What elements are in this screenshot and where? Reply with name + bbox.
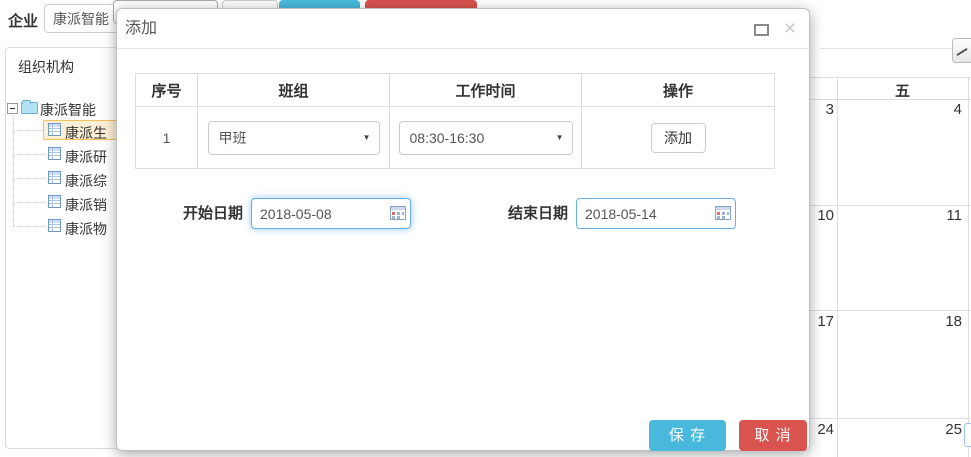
chevron-down-icon: ▼ bbox=[363, 122, 371, 154]
calendar-day-cell[interactable]: 25 bbox=[916, 421, 962, 438]
calendar-gridline bbox=[837, 77, 838, 457]
department-icon bbox=[48, 147, 61, 160]
tree-expander-icon[interactable] bbox=[7, 103, 18, 114]
worktime-select[interactable]: 08:30-16:30 ▼ bbox=[399, 121, 573, 155]
calendar-gridline bbox=[808, 77, 971, 78]
calendar-day-cell[interactable]: 4 bbox=[916, 101, 962, 118]
calendar-gridline bbox=[808, 205, 971, 206]
col-header-action: 操作 bbox=[582, 74, 775, 107]
tree-connector bbox=[13, 116, 14, 227]
save-button[interactable]: 保 存 bbox=[649, 420, 726, 451]
add-dialog: 添加 × 序号 班组 工作时间 操作 1 甲班 ▼ bbox=[116, 8, 810, 451]
department-icon bbox=[48, 219, 61, 232]
shift-table-row: 1 甲班 ▼ 08:30-16:30 ▼ 添加 bbox=[136, 107, 775, 169]
start-date-input[interactable] bbox=[251, 198, 411, 229]
start-date-label: 开始日期 bbox=[183, 199, 243, 229]
start-date-field bbox=[251, 198, 411, 229]
chevron-down-icon: ▼ bbox=[556, 122, 564, 154]
calendar-day-cell[interactable]: 11 bbox=[916, 207, 962, 224]
maximize-icon[interactable] bbox=[754, 24, 769, 36]
calendar-icon[interactable] bbox=[390, 206, 406, 220]
row-index: 1 bbox=[136, 107, 198, 169]
team-select-value: 甲班 bbox=[219, 130, 247, 146]
end-date-label: 结束日期 bbox=[508, 199, 568, 229]
department-icon bbox=[48, 123, 61, 136]
add-row-button[interactable]: 添加 bbox=[651, 123, 706, 153]
department-icon bbox=[48, 171, 61, 184]
calendar-gridline bbox=[808, 418, 971, 419]
folder-icon bbox=[21, 102, 38, 114]
company-label: 企业 bbox=[8, 10, 38, 31]
end-date-field bbox=[576, 198, 736, 229]
calendar-event-fragment[interactable] bbox=[964, 423, 971, 447]
tree-item-root[interactable]: 康派智能 bbox=[40, 100, 96, 120]
tree-connector bbox=[13, 202, 45, 203]
nav-arrow-icon bbox=[956, 48, 967, 56]
dialog-header: 添加 × bbox=[117, 9, 809, 49]
page: 企业 组织机构 康派智能 康派生 康派研 康派综 康派销 康派物 五 3 10 … bbox=[0, 0, 971, 457]
tree-connector bbox=[13, 154, 45, 155]
col-header-worktime: 工作时间 bbox=[390, 74, 582, 107]
worktime-select-value: 08:30-16:30 bbox=[410, 130, 485, 146]
dialog-title: 添加 bbox=[125, 9, 157, 49]
calendar-icon[interactable] bbox=[715, 206, 731, 220]
cancel-button[interactable]: 取 消 bbox=[739, 420, 807, 451]
calendar-weekday-friday: 五 bbox=[837, 80, 968, 101]
organization-panel-title: 组织机构 bbox=[18, 57, 74, 77]
calendar-toolbar-border bbox=[820, 48, 971, 49]
tree-item-2[interactable]: 康派研 bbox=[65, 147, 107, 167]
tree-item-5[interactable]: 康派物 bbox=[65, 219, 107, 239]
shift-table-header-row: 序号 班组 工作时间 操作 bbox=[136, 74, 775, 107]
calendar-gridline bbox=[808, 310, 971, 311]
department-icon bbox=[48, 195, 61, 208]
tree-connector bbox=[13, 226, 45, 227]
shift-table: 序号 班组 工作时间 操作 1 甲班 ▼ 08:30-16:30 ▼ bbox=[135, 73, 775, 169]
tree-item-1[interactable]: 康派生 bbox=[65, 123, 107, 143]
tree-item-3[interactable]: 康派综 bbox=[65, 171, 107, 191]
calendar-day-cell[interactable]: 18 bbox=[916, 313, 962, 330]
calendar-nav-button[interactable] bbox=[952, 38, 971, 63]
col-header-team: 班组 bbox=[198, 74, 390, 107]
close-icon[interactable]: × bbox=[784, 15, 796, 43]
end-date-input[interactable] bbox=[576, 198, 736, 229]
calendar-gridline bbox=[968, 77, 969, 457]
tree-connector bbox=[13, 178, 45, 179]
col-header-index: 序号 bbox=[136, 74, 198, 107]
tree-connector bbox=[13, 130, 45, 131]
tree-item-4[interactable]: 康派销 bbox=[65, 195, 107, 215]
team-select[interactable]: 甲班 ▼ bbox=[208, 121, 380, 155]
